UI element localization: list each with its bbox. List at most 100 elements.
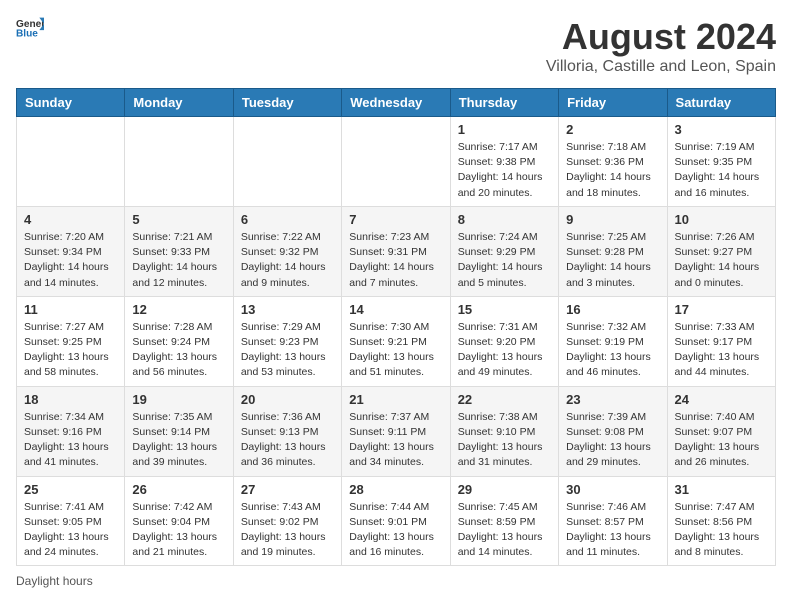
footer-note: Daylight hours (16, 574, 776, 588)
day-info: Sunrise: 7:27 AMSunset: 9:25 PMDaylight:… (24, 320, 117, 381)
day-cell-4-3: 28 Sunrise: 7:44 AMSunset: 9:01 PMDayligh… (342, 476, 450, 566)
day-number: 24 (675, 392, 768, 407)
header-saturday: Saturday (667, 89, 775, 117)
day-number: 29 (458, 482, 551, 497)
day-number: 23 (566, 392, 659, 407)
day-info: Sunrise: 7:44 AMSunset: 9:01 PMDaylight:… (349, 500, 442, 561)
day-number: 1 (458, 122, 551, 137)
day-cell-4-1: 26 Sunrise: 7:42 AMSunset: 9:04 PMDayligh… (125, 476, 233, 566)
header-wednesday: Wednesday (342, 89, 450, 117)
day-info: Sunrise: 7:39 AMSunset: 9:08 PMDaylight:… (566, 410, 659, 471)
svg-text:Blue: Blue (16, 28, 38, 38)
day-info: Sunrise: 7:23 AMSunset: 9:31 PMDaylight:… (349, 230, 442, 291)
day-info: Sunrise: 7:38 AMSunset: 9:10 PMDaylight:… (458, 410, 551, 471)
week-row-3: 11Sunrise: 7:27 AMSunset: 9:25 PMDayligh… (17, 296, 776, 386)
day-info: Sunrise: 7:22 AMSunset: 9:32 PMDaylight:… (241, 230, 334, 291)
day-number: 7 (349, 212, 442, 227)
day-number: 16 (566, 302, 659, 317)
daylight-hours-label: Daylight hours (16, 574, 93, 588)
day-info: Sunrise: 7:25 AMSunset: 9:28 PMDaylight:… (566, 230, 659, 291)
day-cell-0-5: 2 Sunrise: 7:18 AMSunset: 9:36 PMDaylight… (559, 117, 667, 207)
header-sunday: Sunday (17, 89, 125, 117)
day-number: 5 (132, 212, 225, 227)
day-cell-2-5: 16 Sunrise: 7:32 AMSunset: 9:19 PMDayligh… (559, 296, 667, 386)
day-number: 6 (241, 212, 334, 227)
day-cell-4-0: 25 Sunrise: 7:41 AMSunset: 9:05 PMDayligh… (17, 476, 125, 566)
day-number: 14 (349, 302, 442, 317)
header-tuesday: Tuesday (233, 89, 341, 117)
day-info: Sunrise: 7:26 AMSunset: 9:27 PMDaylight:… (675, 230, 768, 291)
day-number: 30 (566, 482, 659, 497)
day-cell-1-3: 7 Sunrise: 7:23 AMSunset: 9:31 PMDaylight… (342, 206, 450, 296)
day-cell-1-0: 4Sunrise: 7:20 AMSunset: 9:34 PMDaylight… (17, 206, 125, 296)
day-number: 8 (458, 212, 551, 227)
day-info: Sunrise: 7:37 AMSunset: 9:11 PMDaylight:… (349, 410, 442, 471)
day-number: 2 (566, 122, 659, 137)
calendar-header-row: SundayMondayTuesdayWednesdayThursdayFrid… (17, 89, 776, 117)
day-info: Sunrise: 7:41 AMSunset: 9:05 PMDaylight:… (24, 500, 117, 561)
day-info: Sunrise: 7:28 AMSunset: 9:24 PMDaylight:… (132, 320, 225, 381)
week-row-4: 18 Sunrise: 7:34 AMSunset: 9:16 PMDayligh… (17, 386, 776, 476)
day-cell-4-4: 29Sunrise: 7:45 AMSunset: 8:59 PMDayligh… (450, 476, 558, 566)
day-cell-4-5: 30Sunrise: 7:46 AMSunset: 8:57 PMDayligh… (559, 476, 667, 566)
day-number: 18 (24, 392, 117, 407)
week-row-1: 1 Sunrise: 7:17 AMSunset: 9:38 PMDaylight… (17, 117, 776, 207)
logo: General Blue (16, 16, 44, 38)
title-area: August 2024 Villoria, Castille and Leon,… (546, 16, 776, 76)
header-friday: Friday (559, 89, 667, 117)
header: General Blue August 2024 Villoria, Casti… (16, 16, 776, 76)
day-info: Sunrise: 7:42 AMSunset: 9:04 PMDaylight:… (132, 500, 225, 561)
day-info: Sunrise: 7:29 AMSunset: 9:23 PMDaylight:… (241, 320, 334, 381)
day-cell-3-0: 18 Sunrise: 7:34 AMSunset: 9:16 PMDayligh… (17, 386, 125, 476)
day-info: Sunrise: 7:17 AMSunset: 9:38 PMDaylight:… (458, 140, 551, 201)
day-cell-4-6: 31 Sunrise: 7:47 AMSunset: 8:56 PMDayligh… (667, 476, 775, 566)
day-info: Sunrise: 7:30 AMSunset: 9:21 PMDaylight:… (349, 320, 442, 381)
day-info: Sunrise: 7:35 AMSunset: 9:14 PMDaylight:… (132, 410, 225, 471)
day-info: Sunrise: 7:36 AMSunset: 9:13 PMDaylight:… (241, 410, 334, 471)
day-cell-3-4: 22Sunrise: 7:38 AMSunset: 9:10 PMDayligh… (450, 386, 558, 476)
day-number: 25 (24, 482, 117, 497)
header-thursday: Thursday (450, 89, 558, 117)
day-cell-4-2: 27 Sunrise: 7:43 AMSunset: 9:02 PMDayligh… (233, 476, 341, 566)
day-number: 20 (241, 392, 334, 407)
day-cell-0-2 (233, 117, 341, 207)
day-info: Sunrise: 7:19 AMSunset: 9:35 PMDaylight:… (675, 140, 768, 201)
day-cell-0-0 (17, 117, 125, 207)
day-cell-2-3: 14 Sunrise: 7:30 AMSunset: 9:21 PMDayligh… (342, 296, 450, 386)
day-cell-3-3: 21 Sunrise: 7:37 AMSunset: 9:11 PMDayligh… (342, 386, 450, 476)
day-cell-1-4: 8Sunrise: 7:24 AMSunset: 9:29 PMDaylight… (450, 206, 558, 296)
day-cell-2-2: 13 Sunrise: 7:29 AMSunset: 9:23 PMDayligh… (233, 296, 341, 386)
day-number: 15 (458, 302, 551, 317)
day-number: 31 (675, 482, 768, 497)
day-cell-1-1: 5Sunrise: 7:21 AMSunset: 9:33 PMDaylight… (125, 206, 233, 296)
generalblue-logo-icon: General Blue (16, 16, 44, 38)
subtitle: Villoria, Castille and Leon, Spain (546, 58, 776, 76)
day-info: Sunrise: 7:32 AMSunset: 9:19 PMDaylight:… (566, 320, 659, 381)
day-number: 27 (241, 482, 334, 497)
day-cell-1-2: 6 Sunrise: 7:22 AMSunset: 9:32 PMDaylight… (233, 206, 341, 296)
day-info: Sunrise: 7:18 AMSunset: 9:36 PMDaylight:… (566, 140, 659, 201)
day-number: 13 (241, 302, 334, 317)
week-row-5: 25 Sunrise: 7:41 AMSunset: 9:05 PMDayligh… (17, 476, 776, 566)
day-info: Sunrise: 7:34 AMSunset: 9:16 PMDaylight:… (24, 410, 117, 471)
day-cell-3-5: 23 Sunrise: 7:39 AMSunset: 9:08 PMDayligh… (559, 386, 667, 476)
week-row-2: 4Sunrise: 7:20 AMSunset: 9:34 PMDaylight… (17, 206, 776, 296)
day-number: 17 (675, 302, 768, 317)
day-number: 26 (132, 482, 225, 497)
day-number: 12 (132, 302, 225, 317)
day-cell-3-1: 19Sunrise: 7:35 AMSunset: 9:14 PMDayligh… (125, 386, 233, 476)
day-number: 9 (566, 212, 659, 227)
day-info: Sunrise: 7:31 AMSunset: 9:20 PMDaylight:… (458, 320, 551, 381)
day-number: 28 (349, 482, 442, 497)
day-info: Sunrise: 7:40 AMSunset: 9:07 PMDaylight:… (675, 410, 768, 471)
day-cell-0-6: 3Sunrise: 7:19 AMSunset: 9:35 PMDaylight… (667, 117, 775, 207)
day-info: Sunrise: 7:20 AMSunset: 9:34 PMDaylight:… (24, 230, 117, 291)
day-cell-1-6: 10Sunrise: 7:26 AMSunset: 9:27 PMDayligh… (667, 206, 775, 296)
day-number: 21 (349, 392, 442, 407)
main-title: August 2024 (546, 16, 776, 58)
day-cell-0-4: 1 Sunrise: 7:17 AMSunset: 9:38 PMDaylight… (450, 117, 558, 207)
day-info: Sunrise: 7:47 AMSunset: 8:56 PMDaylight:… (675, 500, 768, 561)
day-cell-0-1 (125, 117, 233, 207)
day-cell-2-1: 12 Sunrise: 7:28 AMSunset: 9:24 PMDayligh… (125, 296, 233, 386)
day-info: Sunrise: 7:43 AMSunset: 9:02 PMDaylight:… (241, 500, 334, 561)
